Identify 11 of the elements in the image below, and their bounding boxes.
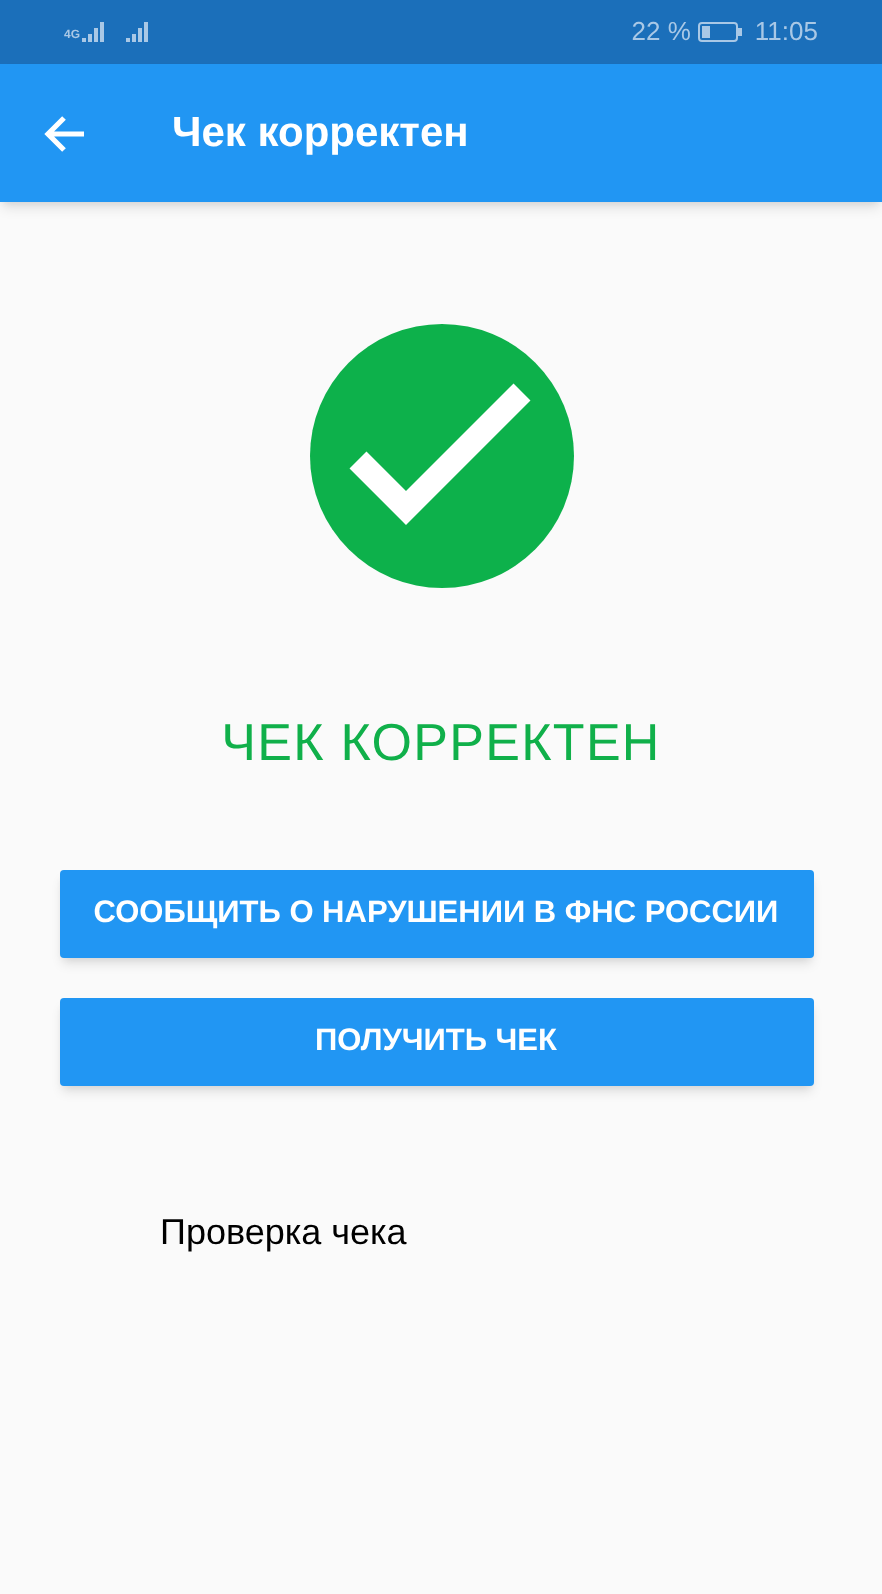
battery-icon <box>698 22 743 42</box>
action-button[interactable]: СООБЩИТЬ О НАРУШЕНИИ В ФНС РОССИИ <box>59 870 813 958</box>
screen-title: Чек корректен <box>172 107 469 160</box>
clock: 11:05 <box>754 14 818 51</box>
caption: Проверка чека <box>160 1210 409 1256</box>
action-button[interactable]: ПОЛУЧИТЬ ЧЕК <box>59 998 813 1086</box>
result-message: ЧЕК КОРРЕКТЕН <box>221 710 661 776</box>
battery-percent: 22 % <box>631 14 691 51</box>
back-arrow-icon <box>42 113 86 153</box>
signal-icon <box>82 22 107 42</box>
signal-icon <box>126 22 151 42</box>
